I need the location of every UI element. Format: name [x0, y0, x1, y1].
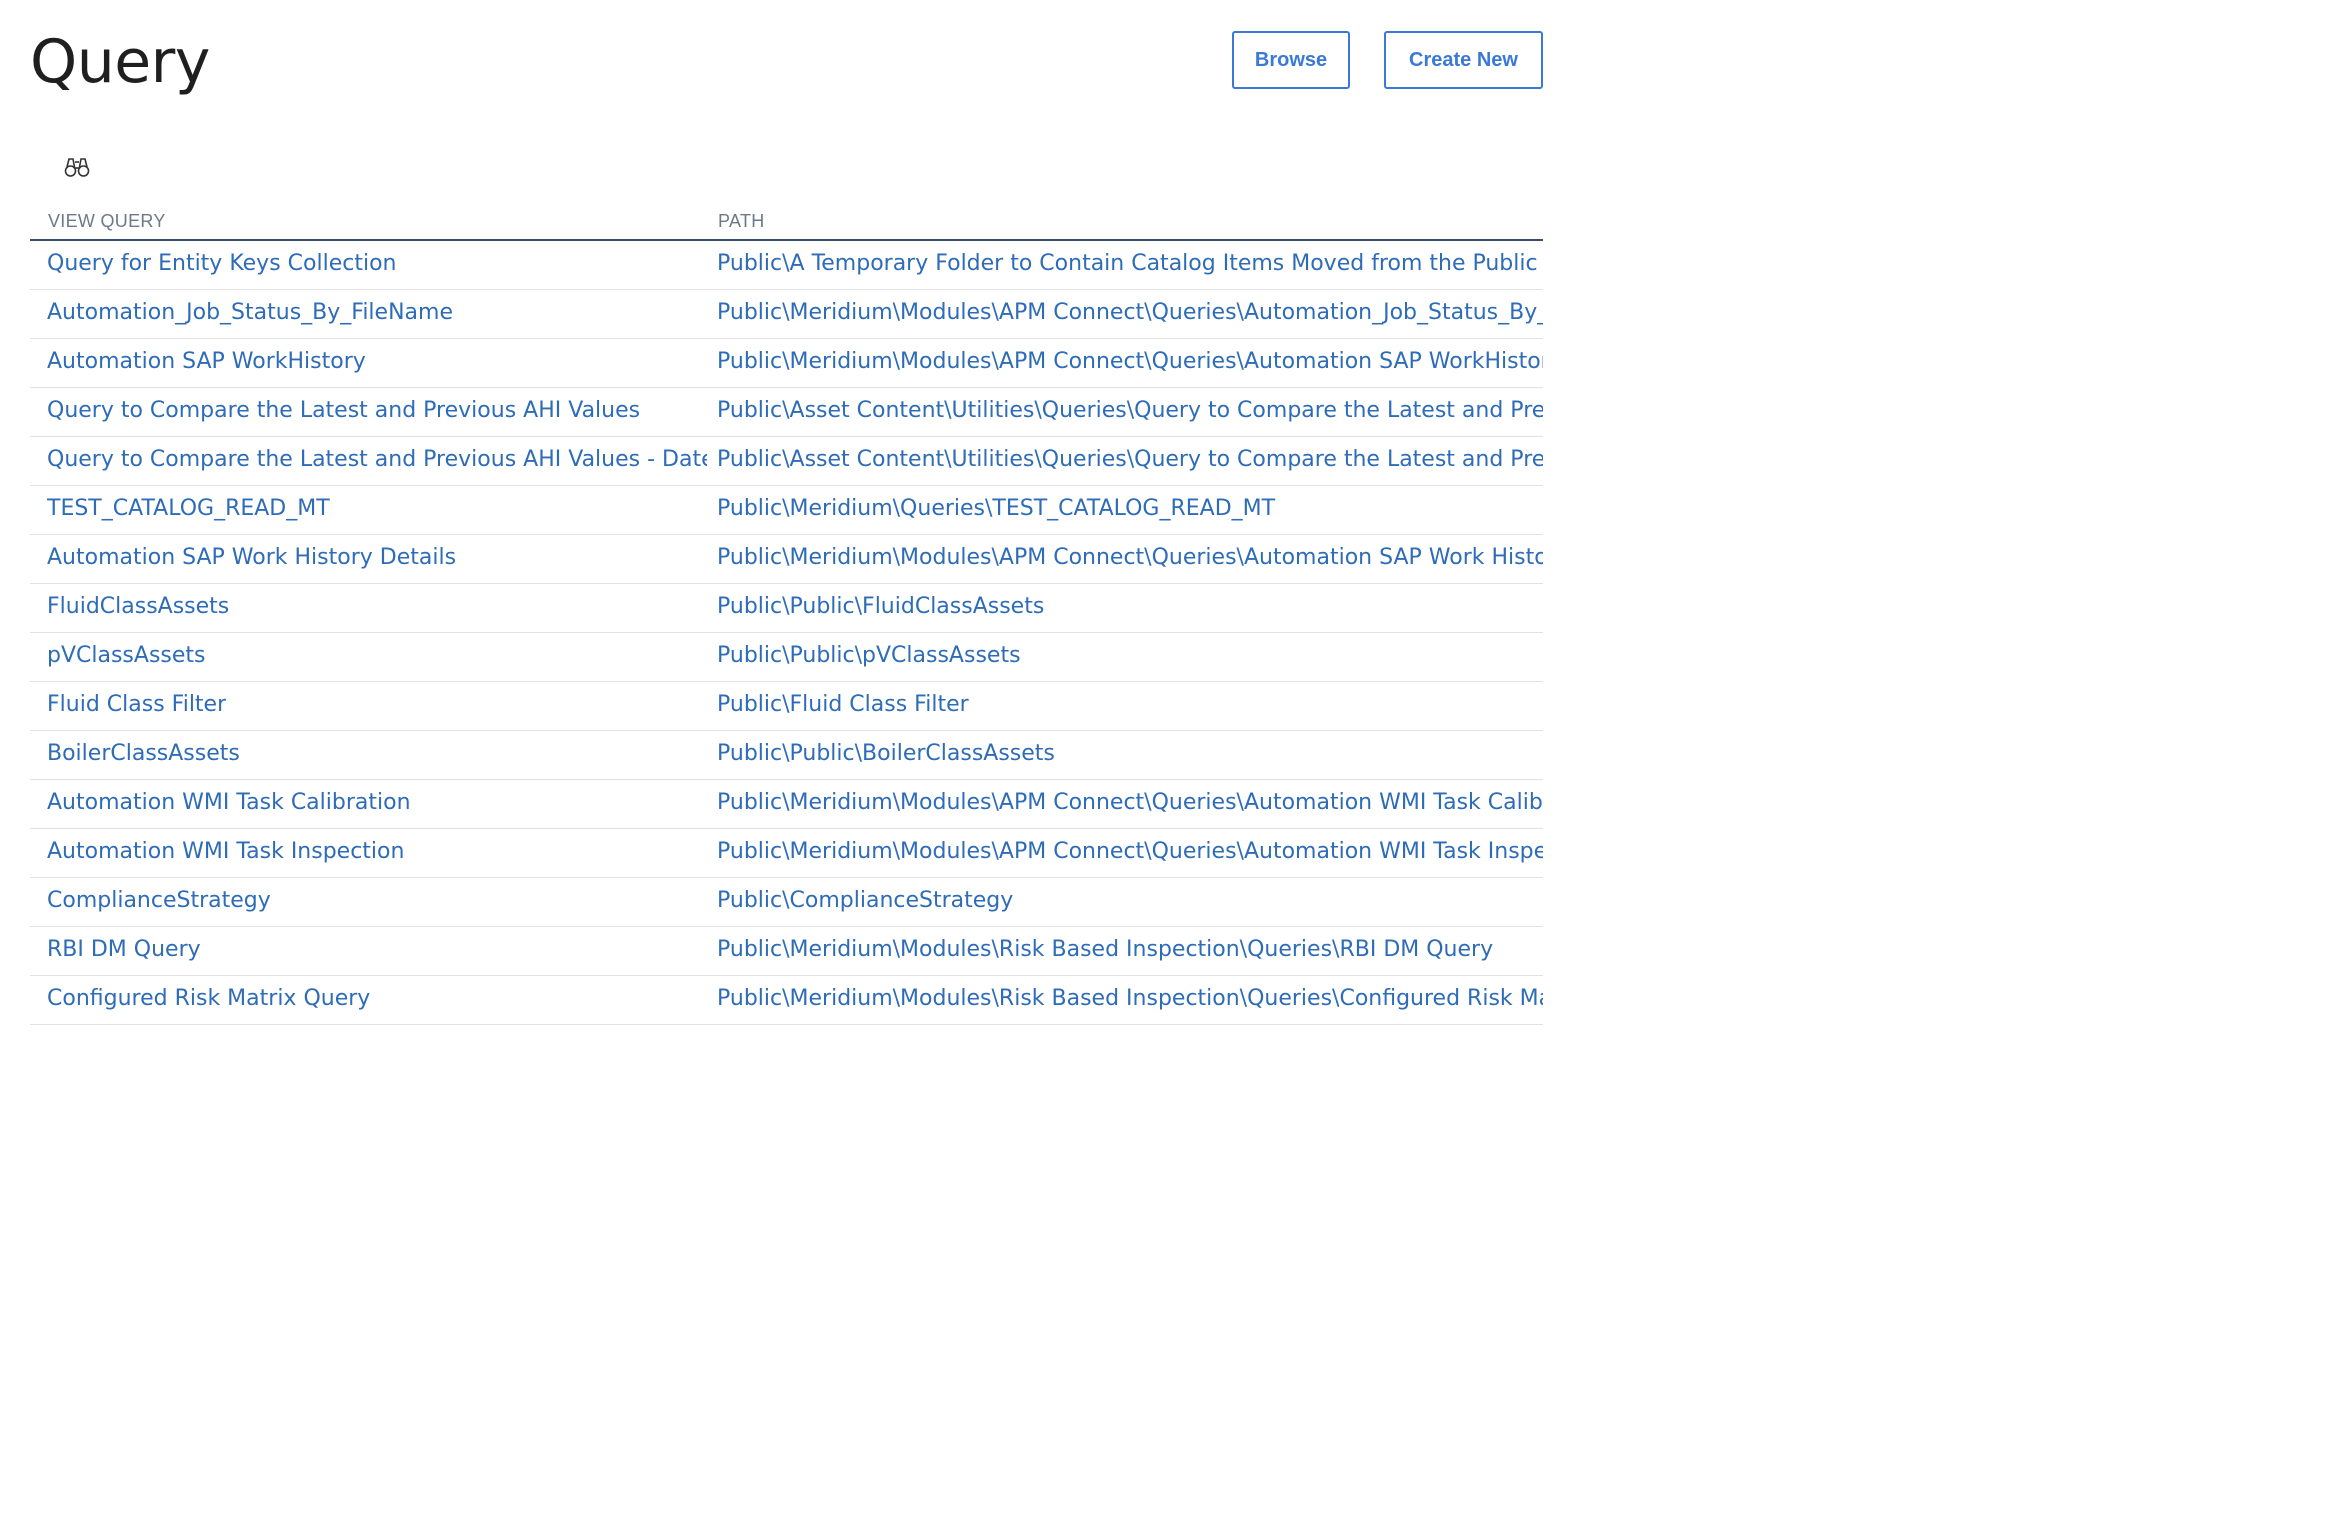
query-name-link[interactable]: Query to Compare the Latest and Previous… [47, 397, 640, 425]
query-page: Query Browse Create New VIEW QUERY PATH … [0, 0, 1543, 1025]
query-path-link[interactable]: Public\Asset Content\Utilities\Queries\Q… [717, 446, 1543, 474]
query-path-link[interactable]: Public\Meridium\Modules\APM Connect\Quer… [717, 838, 1543, 866]
query-path-link[interactable]: Public\Asset Content\Utilities\Queries\Q… [717, 397, 1543, 425]
column-header-view-query[interactable]: VIEW QUERY [48, 211, 166, 232]
query-path-link[interactable]: Public\Meridium\Modules\Risk Based Inspe… [717, 936, 1543, 964]
query-path-link[interactable]: Public\Meridium\Modules\APM Connect\Quer… [717, 299, 1543, 327]
query-name-link[interactable]: pVClassAssets [47, 642, 206, 670]
query-name-link[interactable]: FluidClassAssets [47, 593, 229, 621]
query-name-link[interactable]: RBI DM Query [47, 936, 201, 964]
create-new-button[interactable]: Create New [1384, 31, 1543, 89]
query-name-link[interactable]: Automation WMI Task Inspection [47, 838, 404, 866]
binoculars-icon[interactable] [62, 152, 92, 182]
query-path-link[interactable]: Public\ComplianceStrategy [717, 887, 1543, 915]
table-row[interactable]: RBI DM Query Public\Meridium\Modules\Risk… [30, 927, 1543, 976]
query-path-link[interactable]: Public\Public\BoilerClassAssets [717, 740, 1543, 768]
column-header-path[interactable]: PATH [718, 211, 765, 232]
query-path-link[interactable]: Public\Public\pVClassAssets [717, 642, 1543, 670]
query-path-link[interactable]: Public\Meridium\Modules\APM Connect\Quer… [717, 544, 1543, 572]
table-row[interactable]: Fluid Class Filter Public\Fluid Class Fil… [30, 682, 1543, 731]
query-path-link[interactable]: Public\Public\FluidClassAssets [717, 593, 1543, 621]
query-path-link[interactable]: Public\Meridium\Modules\APM Connect\Quer… [717, 348, 1543, 376]
table-row[interactable]: Automation WMI Task Inspection Public\Mer… [30, 829, 1543, 878]
table-row[interactable]: ComplianceStrategy Public\ComplianceStrat… [30, 878, 1543, 927]
query-path-link[interactable]: Public\Meridium\Modules\Risk Based Inspe… [717, 985, 1543, 1013]
page-title: Query [30, 27, 210, 97]
query-name-link[interactable]: Automation_Job_Status_By_FileName [47, 299, 453, 327]
table-row[interactable]: BoilerClassAssets Public\Public\BoilerCla… [30, 731, 1543, 780]
query-name-link[interactable]: Query for Entity Keys Collection [47, 250, 396, 278]
table-row[interactable]: Configured Risk Matrix Query Public\Merid… [30, 976, 1543, 1025]
query-name-link[interactable]: Fluid Class Filter [47, 691, 226, 719]
query-name-link[interactable]: Automation SAP Work History Details [47, 544, 456, 572]
query-name-link[interactable]: TEST_CATALOG_READ_MT [47, 495, 330, 523]
table-row[interactable]: Query to Compare the Latest and Previous… [30, 388, 1543, 437]
query-name-link[interactable]: Automation WMI Task Calibration [47, 789, 411, 817]
table-row[interactable]: Query for Entity Keys Collection Public\A… [30, 241, 1543, 290]
table-body: Query for Entity Keys Collection Public\A… [30, 241, 1543, 1025]
table-row[interactable]: FluidClassAssets Public\Public\FluidClass… [30, 584, 1543, 633]
table-header: VIEW QUERY PATH [30, 199, 1543, 241]
query-path-link[interactable]: Public\A Temporary Folder to Contain Cat… [717, 250, 1543, 278]
table-row[interactable]: TEST_CATALOG_READ_MT Public\Meridium\Quer… [30, 486, 1543, 535]
table-row[interactable]: Automation SAP Work History Details Publi… [30, 535, 1543, 584]
query-path-link[interactable]: Public\Meridium\Queries\TEST_CATALOG_REA… [717, 495, 1543, 523]
query-name-link[interactable]: Query to Compare the Latest and Previous… [47, 446, 707, 474]
browse-button[interactable]: Browse [1232, 31, 1350, 89]
query-name-link[interactable]: Automation SAP WorkHistory [47, 348, 366, 376]
query-name-link[interactable]: Configured Risk Matrix Query [47, 985, 370, 1013]
query-name-link[interactable]: ComplianceStrategy [47, 887, 271, 915]
table-row[interactable]: Automation WMI Task Calibration Public\Me… [30, 780, 1543, 829]
query-path-link[interactable]: Public\Fluid Class Filter [717, 691, 1543, 719]
table-row[interactable]: Automation SAP WorkHistory Public\Meridiu… [30, 339, 1543, 388]
query-name-link[interactable]: BoilerClassAssets [47, 740, 240, 768]
query-path-link[interactable]: Public\Meridium\Modules\APM Connect\Quer… [717, 789, 1543, 817]
table-row[interactable]: pVClassAssets Public\Public\pVClassAssets [30, 633, 1543, 682]
table-row[interactable]: Query to Compare the Latest and Previous… [30, 437, 1543, 486]
query-table: VIEW QUERY PATH Query for Entity Keys Co… [30, 199, 1543, 1025]
table-row[interactable]: Automation_Job_Status_By_FileName Public\… [30, 290, 1543, 339]
